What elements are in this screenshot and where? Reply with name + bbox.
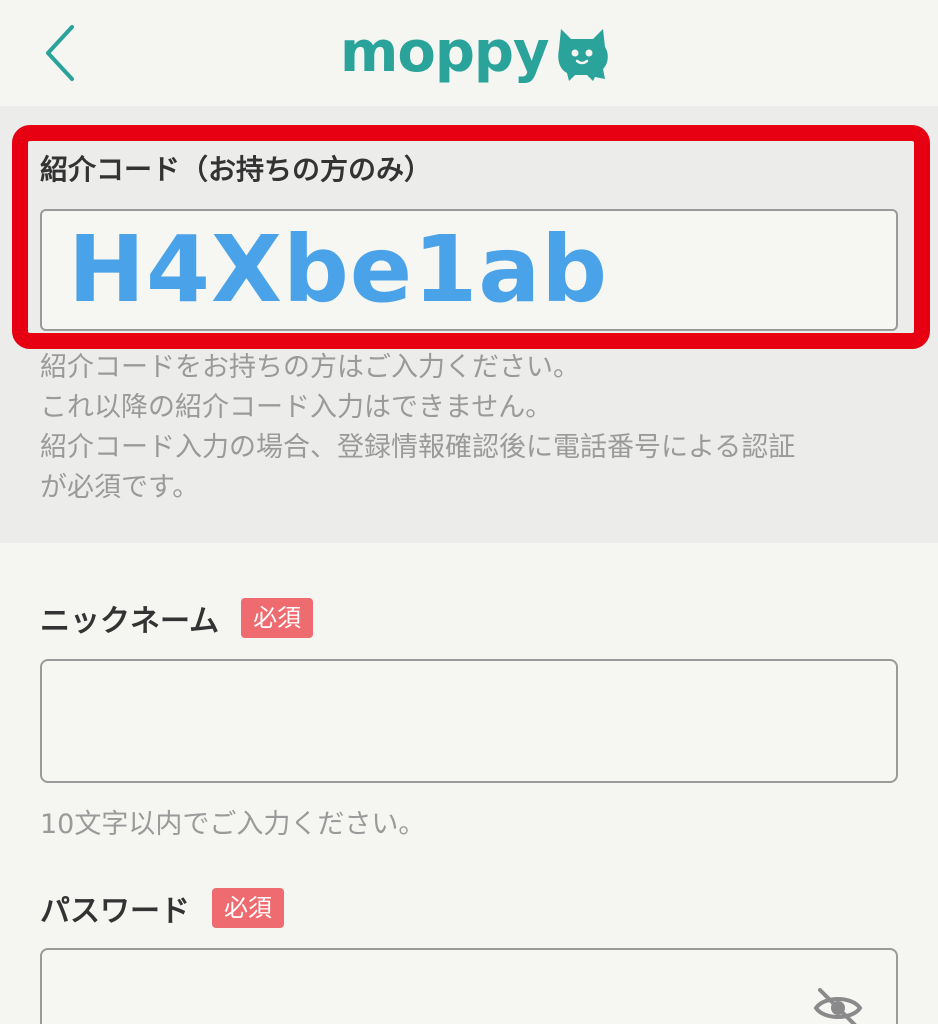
password-input[interactable] (40, 948, 898, 1024)
required-badge: 必須 (212, 888, 284, 928)
referral-note: が必須です。 (40, 472, 200, 503)
referral-note: これ以降の紹介コード入力はできません。 (40, 392, 553, 423)
back-button[interactable] (30, 18, 90, 88)
referral-note: 紹介コードをお持ちの方はご入力ください。 (40, 352, 580, 383)
logo-text: moppy (340, 20, 549, 85)
referral-note: 紹介コード入力の場合、登録情報確認後に電話番号による認証 (40, 432, 796, 463)
password-visibility-toggle[interactable] (808, 986, 868, 1024)
password-label-row: パスワード 必須 (40, 886, 284, 930)
referral-code-label: 紹介コード（お持ちの方のみ） (40, 153, 433, 186)
chevron-left-icon (46, 25, 74, 81)
nickname-label: ニックネーム (40, 604, 220, 639)
referral-code-value: H4Xbe1ab (68, 216, 609, 323)
nickname-label-row: ニックネーム 必須 (40, 596, 314, 640)
moppy-logo[interactable]: moppy (340, 18, 611, 88)
app-header: moppy (0, 0, 938, 106)
referral-code-input[interactable]: H4Xbe1ab (40, 209, 898, 331)
eye-off-icon (813, 988, 863, 1024)
moppy-mascot-icon (557, 29, 608, 81)
nickname-input[interactable] (40, 659, 898, 783)
referral-code-notes: 紹介コードをお持ちの方はご入力ください。 これ以降の紹介コード入力はできません。… (40, 348, 900, 508)
required-badge: 必須 (241, 598, 314, 638)
nickname-helper-text: 10文字以内でご入力ください。 (40, 809, 426, 840)
password-label: パスワード (40, 894, 190, 929)
